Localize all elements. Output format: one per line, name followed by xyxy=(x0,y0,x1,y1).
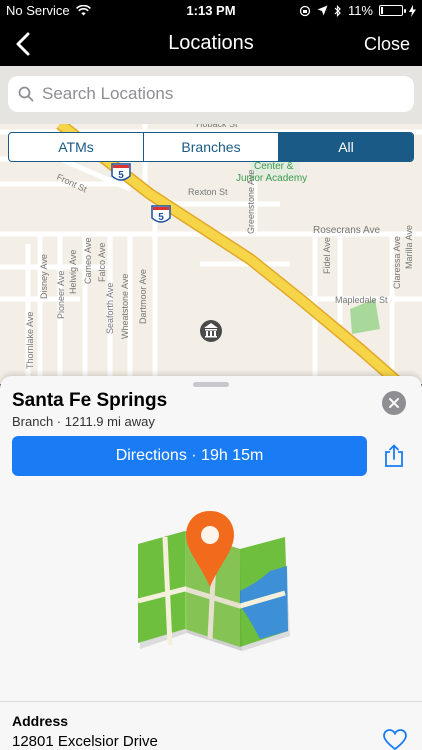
close-button[interactable]: Close xyxy=(364,34,410,55)
search-bar-container: Search Locations xyxy=(0,66,422,124)
location-name: Santa Fe Springs xyxy=(12,390,168,411)
map-canvas: 5 5 Hoback St Front St Rexton St Rosecra… xyxy=(0,124,422,384)
map-label: Fidel Ave xyxy=(322,237,332,274)
map-label: Seaforth Ave xyxy=(105,283,115,334)
map-label: Center & xyxy=(254,161,294,172)
charging-icon xyxy=(409,4,416,17)
close-icon[interactable] xyxy=(382,391,406,415)
map-label: Rexton St xyxy=(188,187,228,197)
location-arrow-icon xyxy=(317,5,328,16)
bluetooth-icon xyxy=(334,4,341,17)
location-subtitle: Branch · 1211.9 mi away xyxy=(12,414,155,429)
battery-fill xyxy=(381,7,384,14)
map-label: Hoback St xyxy=(196,124,238,129)
map-label: Pioneer Ave xyxy=(56,271,66,319)
heart-icon[interactable] xyxy=(383,729,407,750)
map-label: Cameo Ave xyxy=(83,238,93,284)
svg-text:5: 5 xyxy=(158,212,164,223)
map-illustration xyxy=(137,511,290,651)
map-label: Helwig Ave xyxy=(68,250,78,294)
address-label: Address xyxy=(12,713,69,729)
bank-icon[interactable] xyxy=(200,320,222,342)
search-icon xyxy=(18,86,34,102)
svg-text:5: 5 xyxy=(118,170,124,181)
filter-branches[interactable]: Branches xyxy=(144,133,279,161)
map-label: Disney Ave xyxy=(39,254,49,299)
highway-shield-5a: 5 xyxy=(111,163,131,181)
orientation-lock-icon xyxy=(299,5,311,16)
map-label: Wheatstone Ave xyxy=(120,274,130,339)
highway-shield-5b: 5 xyxy=(151,205,171,223)
battery-percent: 11% xyxy=(347,3,373,18)
map-label: Marilla Ave xyxy=(404,225,414,269)
map-label: Rosecrans Ave xyxy=(313,225,381,236)
filter-atms[interactable]: ATMs xyxy=(9,133,144,161)
battery-icon xyxy=(379,5,406,16)
status-bar: No Service 1:13 PM 11% xyxy=(0,0,422,22)
map-view[interactable]: 5 5 Hoback St Front St Rexton St Rosecra… xyxy=(0,124,422,384)
sheet-grabber[interactable] xyxy=(193,382,229,387)
page-title: Locations xyxy=(168,32,254,54)
filter-all[interactable]: All xyxy=(279,133,413,161)
map-label: Claressa Ave xyxy=(392,236,402,289)
map-label: Thornlake Ave xyxy=(25,312,35,369)
address-value: 12801 Excelsior Drive xyxy=(12,733,158,750)
map-label: Junior Academy xyxy=(236,173,307,184)
nav-bar: Locations Close xyxy=(0,22,422,66)
location-type-filter: ATMs Branches All xyxy=(8,132,414,162)
map-label: Falco Ave xyxy=(97,243,107,282)
search-placeholder: Search Locations xyxy=(42,84,174,103)
divider xyxy=(0,701,422,702)
map-label: Mapledale St xyxy=(335,295,388,305)
map-label: Front St xyxy=(55,172,89,195)
map-label: Dartmoor Ave xyxy=(138,269,148,324)
location-detail-sheet: Santa Fe Springs Branch · 1211.9 mi away… xyxy=(0,376,422,750)
status-right: 11% xyxy=(299,3,416,18)
directions-button[interactable]: Directions · 19h 15m xyxy=(12,436,367,476)
search-input[interactable]: Search Locations xyxy=(8,76,414,112)
share-icon[interactable] xyxy=(383,444,405,468)
